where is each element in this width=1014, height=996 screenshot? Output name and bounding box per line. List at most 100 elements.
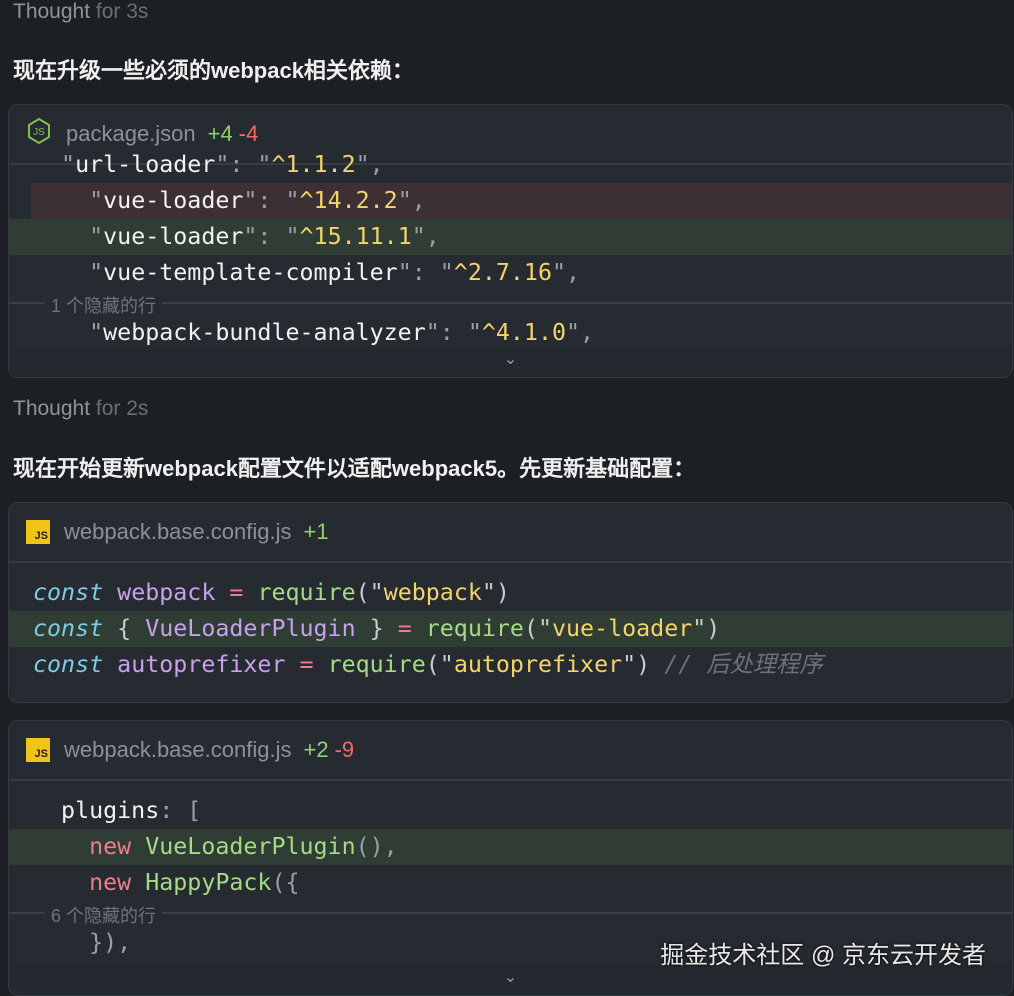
- code-token: "): [692, 615, 721, 642]
- code-token: webpack: [117, 579, 216, 606]
- code-token: webpack: [383, 579, 482, 606]
- code-token: {: [103, 615, 146, 642]
- watermark: 掘金技术社区 @ 京东云开发者: [660, 942, 986, 969]
- code-token: webpack-bundle-analyzer: [103, 319, 426, 346]
- code-block: "url-loader": "^1.1.2", "vue-loader": "^…: [9, 147, 1012, 351]
- code-token: (": [355, 579, 384, 606]
- thought-duration: for 2s: [95, 397, 149, 420]
- code-token: new: [33, 869, 132, 896]
- code-token: ": ": [243, 223, 300, 250]
- code-line-partial: "url-loader": "^1.1.2",: [9, 147, 1012, 183]
- code-token: HappyPack: [145, 869, 272, 896]
- hidden-lines-toggle[interactable]: 6 个隐藏的行: [9, 901, 1012, 926]
- code-token: ": [33, 223, 104, 250]
- code-token: "): [481, 579, 510, 606]
- code-token: ": [33, 259, 104, 286]
- thought-2[interactable]: Thought for 2s: [13, 397, 148, 421]
- diff-header[interactable]: JS webpack.base.config.js +1: [9, 503, 1012, 563]
- thought-label: Thought: [13, 397, 91, 420]
- thought-label: Thought: [13, 0, 91, 23]
- hidden-lines-label[interactable]: 1 个隐藏的行: [45, 296, 163, 316]
- code-token: ^4.1.0: [481, 319, 567, 346]
- added-count: +4: [207, 121, 233, 146]
- diff-header[interactable]: JS webpack.base.config.js +2 -9: [9, 721, 1012, 781]
- code-token: vue-loader: [103, 187, 244, 214]
- code-token: =: [299, 651, 314, 678]
- added-count: +1: [303, 519, 329, 544]
- code-token: ^14.2.2: [299, 187, 398, 214]
- code-line-normal: const autoprefixer = require("autoprefix…: [9, 647, 1012, 683]
- hidden-lines-toggle[interactable]: 1 个隐藏的行: [9, 291, 1012, 316]
- code-token: const: [33, 579, 104, 606]
- code-token: "): [622, 651, 665, 678]
- code-token: VueLoaderPlugin: [145, 833, 356, 860]
- code-line-added: new VueLoaderPlugin(),: [9, 829, 1012, 865]
- code-token: (": [425, 651, 454, 678]
- code-token: ": ": [243, 187, 300, 214]
- code-token: new: [33, 833, 132, 860]
- code-line-normal: const webpack = require("webpack"): [9, 575, 1012, 611]
- code-token: autoprefixer: [117, 651, 286, 678]
- diff-card-package-json: JS package.json +4 -4 "url-loader": "^1.1.2…: [8, 104, 1013, 378]
- code-token: (": [523, 615, 552, 642]
- code-token: ^15.11.1: [299, 223, 412, 250]
- thought-duration: for 3s: [95, 0, 149, 23]
- code-token: vue-loader: [103, 223, 244, 250]
- code-token: require: [425, 615, 524, 642]
- removed-count: -9: [334, 737, 355, 762]
- code-token: ": [33, 151, 76, 178]
- code-token: ": ": [425, 319, 482, 346]
- assistant-message: 现在开始更新webpack配置文件以适配webpack5。先更新基础配置：: [13, 456, 696, 481]
- code-token: ^1.1.2: [271, 151, 356, 178]
- code-block: plugins: [ new VueLoaderPlugin(), new Ha…: [9, 781, 1012, 961]
- code-line-normal: "webpack-bundle-analyzer": "^4.1.0",: [9, 315, 1012, 351]
- thought-1[interactable]: Thought for 3s: [13, 0, 148, 24]
- code-token: require: [327, 651, 426, 678]
- code-token: ",: [411, 223, 440, 250]
- removed-count: -4: [238, 121, 259, 146]
- js-icon: JS: [26, 738, 50, 762]
- hidden-lines-label[interactable]: 6 个隐藏的行: [45, 906, 163, 926]
- code-token: ": [33, 319, 104, 346]
- code-line-normal: plugins: [: [9, 793, 1012, 829]
- code-token: autoprefixer: [453, 651, 623, 678]
- code-token: }),: [33, 929, 132, 956]
- code-token: plugins: [33, 797, 160, 824]
- code-token: ": ": [397, 259, 454, 286]
- code-token: ({: [271, 869, 300, 896]
- code-token: ": [33, 187, 104, 214]
- code-token: =: [397, 615, 412, 642]
- file-name[interactable]: package.json: [66, 121, 196, 147]
- file-name[interactable]: webpack.base.config.js: [64, 737, 291, 763]
- code-token: ",: [397, 187, 426, 214]
- code-token: vue-template-compiler: [103, 259, 398, 286]
- code-token: : [: [159, 797, 202, 824]
- code-line-added: const { VueLoaderPlugin } = require("vue…: [9, 611, 1012, 647]
- code-token: vue-loader: [552, 615, 693, 642]
- assistant-message: 现在升级一些必须的webpack相关依赖：: [13, 58, 414, 83]
- code-line-normal: "vue-template-compiler": "^2.7.16",: [9, 255, 1012, 291]
- code-token: const: [33, 651, 104, 678]
- code-token: const: [33, 615, 104, 642]
- diff-card-webpack-base-config: JS webpack.base.config.js +1 const webpack …: [8, 502, 1013, 703]
- file-name[interactable]: webpack.base.config.js: [64, 519, 291, 545]
- code-line-normal: new HappyPack({: [9, 865, 1012, 901]
- code-token: // 后处理程序: [664, 651, 823, 678]
- code-block: const webpack = require("webpack") const …: [9, 563, 1012, 683]
- code-token: =: [229, 579, 244, 606]
- code-line-removed: "vue-loader": "^14.2.2",: [31, 183, 1012, 219]
- expand-chevron-icon[interactable]: ⌄: [9, 347, 1012, 377]
- code-token: VueLoaderPlugin: [145, 615, 356, 642]
- code-token: ",: [355, 151, 384, 178]
- code-token: ",: [551, 259, 581, 286]
- code-token: ^2.7.16: [453, 259, 552, 286]
- code-token: (),: [355, 833, 398, 860]
